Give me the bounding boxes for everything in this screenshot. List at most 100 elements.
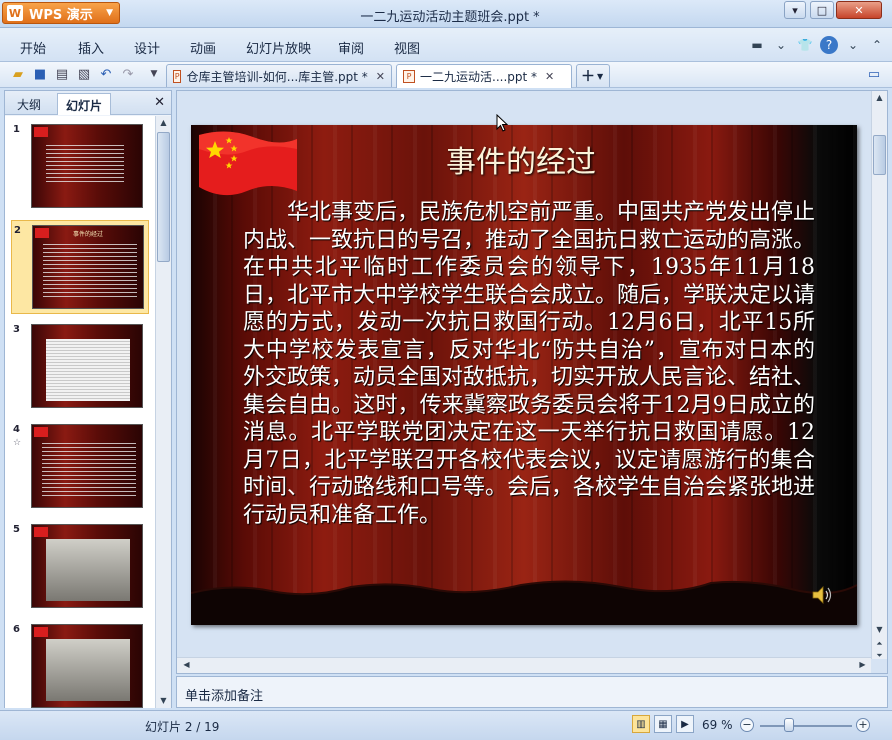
slide-preview — [31, 524, 143, 608]
save-icon[interactable]: ■ — [32, 66, 48, 82]
historical-photo — [46, 639, 130, 701]
scroll-right-icon[interactable]: ▶ — [855, 658, 870, 672]
slide-number: 4 — [13, 424, 20, 435]
scroll-thumb[interactable] — [873, 135, 886, 175]
window-title: 一二九运动活动主题班会.ppt * — [360, 10, 540, 25]
text-lines-preview — [43, 244, 137, 300]
notes-pane[interactable]: 单击添加备注 — [176, 676, 888, 708]
slide-editor: 事件的经过 华北事变后，民族危机空前严重。中国共产党发出停止内战、一致抗日的号召… — [176, 90, 888, 674]
slides-panel: 大纲 幻灯片 ✕ 1 2 事件的经过 3 4 ☆ 5 6 ▲ ▼ — [4, 90, 172, 708]
close-icon[interactable]: ✕ — [154, 95, 165, 110]
zoom-slider-track[interactable] — [760, 725, 852, 727]
thumbnail-scrollbar[interactable]: ▲ ▼ — [155, 116, 171, 708]
zoom-in-icon[interactable]: + — [856, 718, 870, 732]
slide-number: 5 — [13, 524, 20, 535]
slide-preview — [31, 624, 143, 708]
ppt-file-icon: P — [403, 70, 415, 83]
print-icon[interactable]: ▤ — [54, 66, 70, 82]
zoom-out-icon[interactable]: − — [740, 718, 754, 732]
red-flag-icon — [34, 427, 48, 437]
title-bar: W WPS 演示 ▼ 一二九运动活动主题班会.ppt * ▾ – □ ✕ — [0, 0, 892, 28]
menu-home[interactable]: 开始 — [20, 38, 46, 57]
skin-icon[interactable]: 👕 — [796, 36, 814, 54]
slide-thumbnail[interactable]: 3 — [11, 320, 149, 414]
slide-canvas[interactable]: 事件的经过 华北事变后，民族危机空前严重。中国共产党发出停止内战、一致抗日的号召… — [191, 125, 857, 625]
close-icon[interactable]: ✕ — [376, 70, 385, 83]
tab-label: 一二九运动活....ppt * — [420, 70, 538, 84]
tab-label: 仓库主管培训-如何...库主管.ppt * — [186, 69, 368, 84]
zoom-level[interactable]: 69 % — [702, 718, 733, 732]
slideshow-icon[interactable]: ▶ — [676, 715, 694, 733]
scroll-up-icon[interactable]: ▲ — [872, 91, 887, 105]
undo-icon[interactable]: ↶ — [98, 66, 114, 82]
restore-down-icon[interactable]: ▾ — [784, 1, 806, 19]
red-flag-icon — [34, 127, 48, 137]
ground-decoration — [191, 580, 857, 625]
slide-thumbnail[interactable]: 6 — [11, 620, 149, 708]
menu-review[interactable]: 审阅 — [338, 38, 364, 57]
red-flag-icon — [34, 527, 48, 537]
tab-document-2[interactable]: P 一二九运动活....ppt * ✕ — [396, 64, 572, 88]
customize-toolbar-icon[interactable]: ▼ — [146, 66, 162, 82]
open-folder-icon[interactable]: ▰ — [10, 66, 26, 82]
tab-document-1[interactable]: P 仓库主管培训-如何...库主管.ppt * ✕ — [166, 64, 392, 87]
slide-preview — [31, 424, 143, 508]
collapse-ribbon-icon[interactable]: ⌃ — [868, 36, 886, 54]
print-preview-icon[interactable]: ▧ — [76, 66, 92, 82]
slide-number: 6 — [13, 624, 20, 635]
normal-view-icon[interactable]: ▥ — [632, 715, 650, 733]
sound-icon[interactable] — [811, 585, 833, 605]
next-slide-icon[interactable]: ⏷ — [872, 649, 887, 663]
menu-right-tools: ▬ ⌄ 👕 ? ⌄ ⌃ — [748, 36, 886, 54]
tab-outline[interactable]: 大纲 — [9, 93, 49, 115]
red-flag-icon — [34, 627, 48, 637]
slide-thumbnail[interactable]: 5 — [11, 520, 149, 614]
menu-animation[interactable]: 动画 — [190, 38, 216, 57]
slide-preview — [31, 324, 143, 408]
tab-slides[interactable]: 幻灯片 — [57, 93, 112, 115]
app-menu-button[interactable]: W WPS 演示 ▼ — [2, 2, 120, 24]
zoom-slider-knob[interactable] — [784, 718, 794, 732]
new-tab-button[interactable]: ＋ ▼ — [576, 64, 610, 87]
slide-title[interactable]: 事件的经过 — [391, 137, 651, 181]
slide-vertical-scrollbar[interactable]: ▲ ▼ ⏶ ⏷ — [871, 91, 887, 660]
status-bar: 幻灯片 2 / 19 ▥ ▦ ▶ 69 % − + — [0, 710, 892, 740]
chevron-down-icon[interactable]: ⌄ — [844, 36, 862, 54]
slide-body-text[interactable]: 华北事变后，民族危机空前严重。中国共产党发出停止内战、一致抗日的号召，推动了全国… — [243, 199, 815, 529]
redo-icon[interactable]: ↷ — [120, 66, 136, 82]
red-flag-icon — [199, 131, 297, 196]
slide-thumbnail[interactable]: 1 — [11, 120, 149, 214]
text-lines-preview — [46, 145, 124, 185]
animation-star-icon: ☆ — [13, 438, 22, 448]
menu-slideshow[interactable]: 幻灯片放映 — [246, 38, 311, 57]
slide-thumbnail-list: 1 2 事件的经过 3 4 ☆ 5 6 — [5, 116, 155, 708]
menu-insert[interactable]: 插入 — [78, 38, 104, 57]
chevron-down-icon: ▼ — [597, 71, 604, 81]
slide-horizontal-scrollbar[interactable]: ◀ ▶ — [177, 657, 871, 673]
ppt-file-icon: P — [173, 69, 182, 83]
slide-thumbnail[interactable]: 2 事件的经过 — [11, 220, 149, 314]
scroll-down-icon[interactable]: ▼ — [872, 623, 887, 637]
slide-number: 1 — [13, 124, 20, 135]
historical-photo — [46, 539, 130, 601]
app-name: WPS 演示 — [29, 7, 93, 23]
menu-design[interactable]: 设计 — [134, 38, 160, 57]
scroll-left-icon[interactable]: ◀ — [179, 658, 194, 672]
scroll-thumb[interactable] — [157, 132, 170, 262]
slide-preview — [31, 124, 143, 208]
account-icon[interactable]: ▬ — [748, 36, 766, 54]
maximize-button[interactable]: □ — [810, 1, 834, 19]
scroll-up-icon[interactable]: ▲ — [156, 116, 171, 130]
window-mode-icon[interactable]: ▭ — [866, 66, 882, 82]
slide-thumbnail[interactable]: 4 ☆ — [11, 420, 149, 514]
close-button[interactable]: ✕ — [836, 1, 882, 19]
close-icon[interactable]: ✕ — [545, 70, 554, 83]
menu-view[interactable]: 视图 — [394, 38, 420, 57]
chevron-down-icon[interactable]: ⌄ — [772, 36, 790, 54]
wps-logo-icon: W — [7, 5, 23, 21]
panel-tabs: 大纲 幻灯片 ✕ — [5, 91, 171, 115]
slide-sorter-icon[interactable]: ▦ — [654, 715, 672, 733]
help-icon[interactable]: ? — [820, 36, 838, 54]
menu-bar: 开始 插入 设计 动画 幻灯片放映 审阅 视图 ▬ ⌄ 👕 ? ⌄ ⌃ — [0, 28, 892, 62]
scroll-down-icon[interactable]: ▼ — [156, 694, 171, 708]
